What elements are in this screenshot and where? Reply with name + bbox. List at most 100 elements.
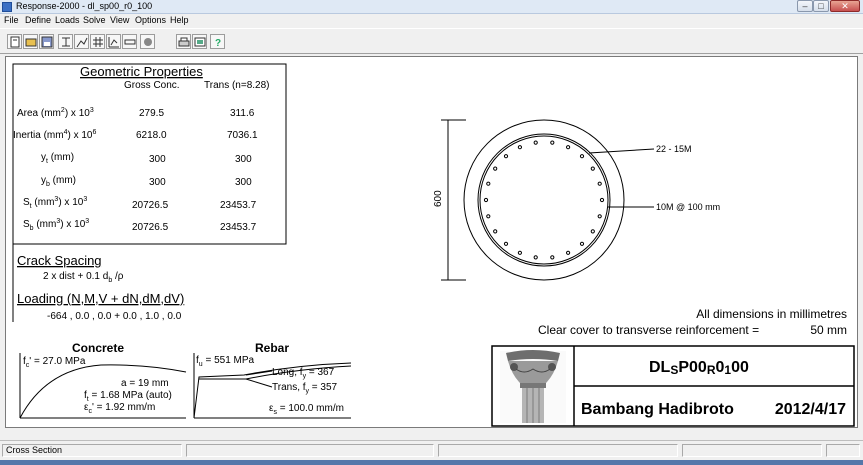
rebar-bar (486, 181, 491, 186)
rebar-bar (590, 229, 595, 234)
row-yt-gross: 300 (149, 154, 166, 165)
row-yb-trans: 300 (235, 177, 252, 188)
row-yb-gross: 300 (149, 177, 166, 188)
hoop-label: 10M @ 100 mm (656, 202, 720, 212)
rebar-bar (579, 154, 585, 159)
menu-file[interactable]: File (4, 15, 19, 25)
rebar-bar (550, 140, 555, 145)
status-view: Cross Section (2, 444, 182, 457)
maximize-button[interactable]: □ (813, 0, 829, 12)
status-panel-5 (826, 444, 860, 457)
section-name: DLSP00R0100 (649, 359, 749, 377)
graph-icon[interactable] (74, 34, 89, 49)
dims-note: All dimensions in millimetres (696, 307, 847, 321)
taskbar-strip (0, 460, 863, 465)
cross-section-canvas[interactable]: Geometric Properties Gross Conc. Trans (… (5, 56, 858, 428)
row-sb-gross: 20726.5 (132, 222, 169, 233)
hoop-outer (477, 133, 611, 267)
row-st-label: St (mm3) x 103 (23, 196, 87, 210)
application-window: Response-2000 - dl_sp00_r0_100 – □ ✕ Fil… (0, 0, 863, 465)
concrete-ec: εc' = 1.92 mm/m (84, 402, 155, 415)
rebar-es: εs = 100.0 mm/m (269, 403, 344, 416)
rebar-bar (579, 241, 585, 246)
row-inertia-trans: 7036.1 (227, 130, 258, 141)
svg-text:?: ? (215, 38, 221, 48)
rebar-long: Long, fy = 367 (272, 367, 335, 380)
rebar-long-leader (245, 370, 273, 376)
title-bar: Response-2000 - dl_sp00_r0_100 – □ ✕ (0, 0, 863, 14)
menu-bar: File Define Loads Solve View Options Hel… (0, 14, 863, 27)
solve-icon[interactable] (140, 34, 155, 49)
menu-define[interactable]: Define (25, 15, 51, 25)
row-yb-label: yb (mm) (41, 175, 76, 188)
rebar-bar (486, 214, 491, 219)
row-inertia-label: Inertia (mm4) x 106 (13, 129, 96, 141)
bars-label: 22 - 15M (656, 144, 692, 154)
rebar-bar (590, 166, 595, 171)
crack-formula: 2 x dist + 0.1 db /ρ (43, 271, 124, 284)
preview-icon[interactable] (192, 34, 207, 49)
cover-note: Clear cover to transverse reinforcement … (538, 323, 759, 337)
rebar-fu: fu = 551 MPa (196, 355, 255, 368)
concrete-title: Concrete (72, 341, 124, 355)
loading-title: Loading (N,M,V + dN,dM,dV) (17, 291, 184, 306)
menu-options[interactable]: Options (135, 15, 166, 25)
author-name: Bambang Hadibroto (581, 401, 734, 418)
row-inertia-gross: 6218.0 (136, 130, 167, 141)
rebar-bar (493, 229, 498, 234)
dimension-label: 600 (433, 190, 444, 207)
row-sb-trans: 23453.7 (220, 222, 257, 233)
minimize-button[interactable]: – (797, 0, 813, 12)
rebar-bar (483, 197, 489, 203)
status-panel-2 (186, 444, 434, 457)
row-yt-trans: 300 (235, 154, 252, 165)
help-icon[interactable]: ? (210, 34, 225, 49)
rebar-bar (493, 166, 498, 171)
rebar-bar (566, 250, 571, 255)
menu-solve[interactable]: Solve (83, 15, 106, 25)
status-panel-4 (682, 444, 822, 457)
crack-title: Crack Spacing (17, 253, 102, 268)
close-button[interactable]: ✕ (830, 0, 860, 12)
rebar-bar (517, 250, 523, 255)
rebar-trans: Trans, fy = 357 (272, 382, 338, 395)
open-icon[interactable] (23, 34, 38, 49)
rebar-bar (503, 154, 509, 159)
status-panel-3 (438, 444, 678, 457)
menu-view[interactable]: View (110, 15, 129, 25)
concrete-fc: fc' = 27.0 MPa (23, 356, 86, 369)
col-gross-header: Gross Conc. (124, 80, 180, 91)
member-icon[interactable] (122, 34, 137, 49)
row-area-label: Area (mm2) x 103 (17, 107, 94, 119)
drawing-svg: Geometric Properties Gross Conc. Trans (… (12, 63, 855, 427)
save-icon[interactable] (39, 34, 54, 49)
menu-help[interactable]: Help (170, 15, 189, 25)
menu-loads[interactable]: Loads (55, 15, 80, 25)
cover-value: 50 mm (810, 323, 847, 337)
window-title: Response-2000 - dl_sp00_r0_100 (16, 1, 153, 11)
grid-icon[interactable] (90, 34, 105, 49)
column-cross-section: 600 22 - 15M 10M @ 100 mm (433, 119, 720, 281)
chart-icon[interactable] (106, 34, 121, 49)
rebar-bar (517, 145, 523, 150)
hoop-inner (479, 135, 609, 265)
row-area-trans: 311.6 (230, 108, 255, 119)
row-area-gross: 279.5 (139, 108, 164, 119)
row-sb-label: Sb (mm3) x 103 (23, 218, 89, 232)
rebar-trans-leader (245, 378, 273, 388)
column-capital-logo (500, 350, 566, 423)
rebar-bar (597, 181, 602, 186)
drawing-date: 2012/4/17 (775, 401, 846, 418)
row-st-trans: 23453.7 (220, 200, 257, 211)
col-trans-header: Trans (n=8.28) (204, 80, 270, 91)
concrete-a: a = 19 mm (121, 378, 169, 389)
rebar-bar (597, 214, 602, 219)
print-icon[interactable] (176, 34, 191, 49)
rebar-bar (566, 145, 571, 150)
new-icon[interactable] (7, 34, 22, 49)
rebar-bar (533, 255, 538, 260)
section-icon[interactable] (58, 34, 73, 49)
loading-values: -664 , 0.0 , 0.0 + 0.0 , 1.0 , 0.0 (47, 311, 182, 322)
longitudinal-bars (483, 140, 605, 260)
rebar-bar (533, 140, 538, 145)
